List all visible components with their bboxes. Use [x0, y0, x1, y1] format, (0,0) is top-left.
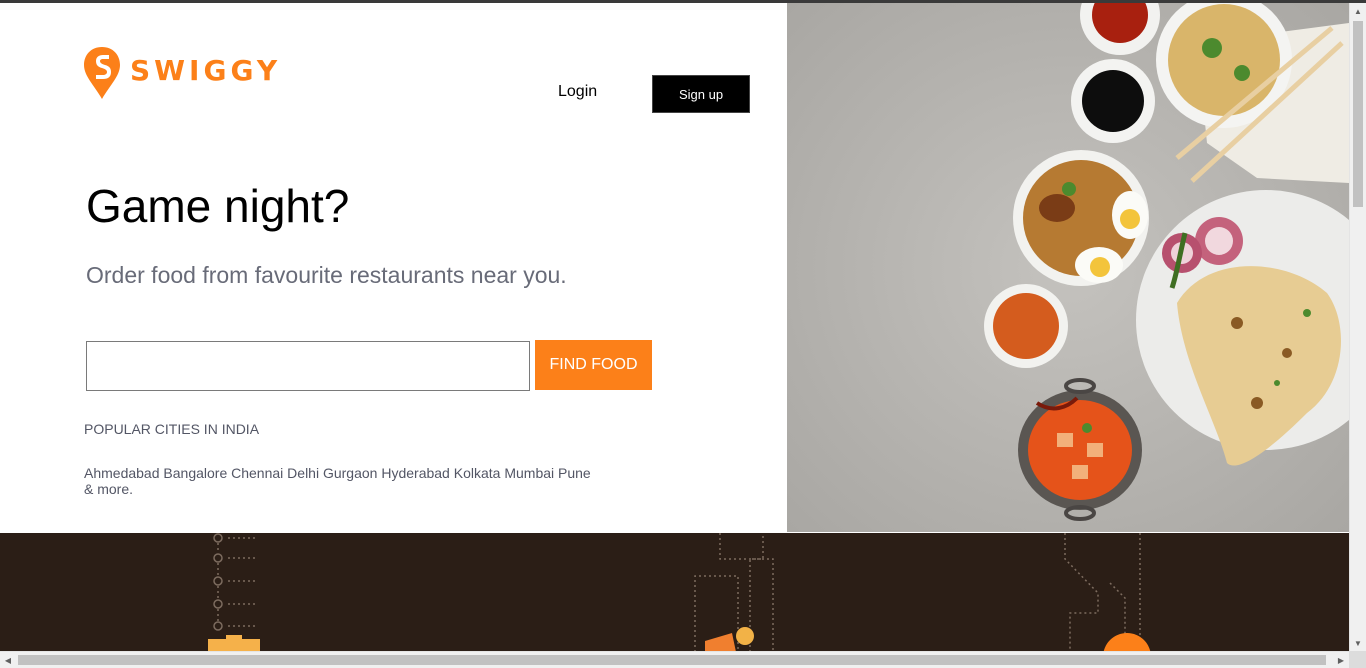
scroll-up-arrow-icon[interactable]: ▲	[1350, 3, 1366, 19]
food-image	[787, 3, 1349, 532]
location-search-input[interactable]	[86, 341, 530, 391]
horizontal-scrollbar[interactable]: ◀ ▶	[0, 651, 1349, 668]
scrollbar-corner	[1349, 651, 1366, 668]
city-link-bangalore[interactable]: Bangalore	[163, 465, 227, 481]
city-link-ahmedabad[interactable]: Ahmedabad	[84, 465, 160, 481]
city-link-gurgaon[interactable]: Gurgaon	[323, 465, 377, 481]
city-link-chennai[interactable]: Chennai	[231, 465, 283, 481]
brand-logo[interactable]: SWIGGY	[82, 45, 281, 101]
brand-name: SWIGGY	[130, 53, 282, 87]
find-food-button[interactable]: FIND FOOD	[535, 340, 652, 390]
login-link[interactable]: Login	[558, 83, 597, 101]
scroll-left-arrow-icon[interactable]: ◀	[0, 652, 16, 668]
city-link-delhi[interactable]: Delhi	[287, 465, 319, 481]
scroll-right-arrow-icon[interactable]: ▶	[1333, 652, 1349, 668]
hero-subtitle: Order food from favourite restaurants ne…	[86, 262, 567, 288]
city-link-mumbai[interactable]: Mumbai	[504, 465, 554, 481]
popular-cities-title: POPULAR CITIES IN INDIA	[84, 421, 260, 437]
city-link-hyderabad[interactable]: Hyderabad	[381, 465, 450, 481]
signup-button[interactable]: Sign up	[652, 75, 750, 113]
city-link-pune[interactable]: Pune	[558, 465, 591, 481]
decorative-illustration	[208, 533, 1151, 652]
hero-headline: Game night?	[86, 180, 350, 232]
food-spread-illustration	[787, 3, 1349, 532]
popular-cities-list: Ahmedabad Bangalore Chennai Delhi Gurgao…	[84, 465, 594, 497]
more-cities-link[interactable]: & more.	[84, 481, 133, 497]
how-it-works-band	[0, 533, 1349, 652]
hero-left-panel: SWIGGY Login Sign up Game night? Order f…	[0, 3, 787, 533]
vertical-scroll-thumb[interactable]	[1353, 21, 1363, 207]
vertical-scrollbar[interactable]: ▲ ▼	[1349, 3, 1366, 651]
swiggy-pin-icon	[84, 47, 120, 99]
scroll-down-arrow-icon[interactable]: ▼	[1350, 635, 1366, 651]
horizontal-scroll-thumb[interactable]	[18, 655, 1326, 665]
city-link-kolkata[interactable]: Kolkata	[454, 465, 501, 481]
